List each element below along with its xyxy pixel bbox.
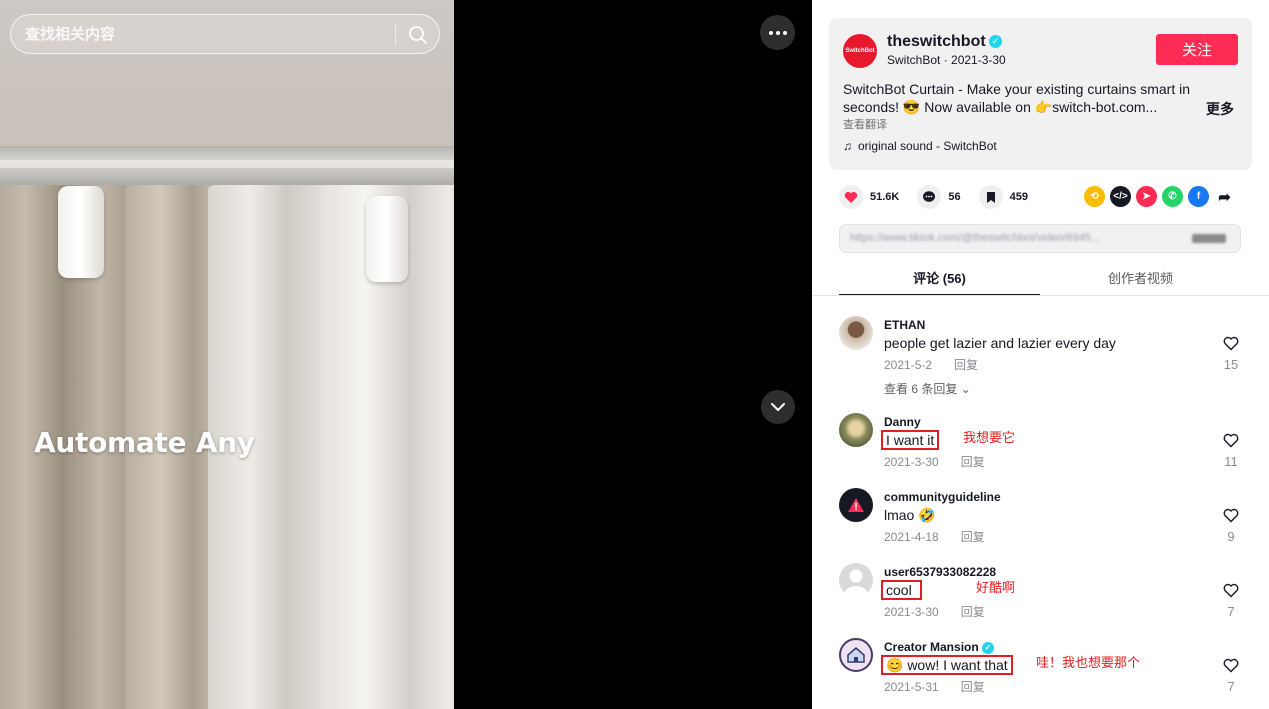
comment-like-button[interactable]: 11: [1221, 433, 1241, 469]
send-icon[interactable]: ➤: [1136, 186, 1157, 207]
more-link[interactable]: 更多: [1206, 99, 1234, 119]
share-arrow-icon[interactable]: ➦: [1214, 186, 1235, 207]
comment-icon: [917, 185, 942, 209]
translate-link[interactable]: 查看翻译: [843, 116, 887, 132]
video-info-card: SwitchBot theswitchbot ✓ SwitchBot · 202…: [829, 18, 1252, 170]
comment-like-button[interactable]: 7: [1221, 658, 1241, 694]
sound-link[interactable]: ♫ original sound - SwitchBot: [843, 139, 997, 153]
comment-like-button[interactable]: 15: [1221, 336, 1241, 372]
search-icon[interactable]: [407, 24, 429, 46]
curtain-robot: [366, 196, 408, 282]
avatar[interactable]: [839, 316, 873, 350]
translation-annotation: 好酷啊: [976, 580, 1016, 595]
comment-count: 56: [948, 191, 961, 203]
comment-date: 2021-3-30: [884, 605, 939, 619]
video-player[interactable]: Automate Any: [0, 0, 454, 709]
comment-like-count: 7: [1227, 604, 1235, 619]
reply-button[interactable]: 回复: [961, 530, 985, 544]
curtain-rail: [0, 146, 454, 190]
search-bar: [10, 14, 440, 54]
dot-icon: [768, 30, 773, 35]
heart-outline-icon: [1223, 336, 1239, 351]
reply-button[interactable]: 回复: [961, 455, 985, 469]
author-avatar[interactable]: SwitchBot: [843, 34, 877, 68]
heart-outline-icon: [1223, 508, 1239, 523]
comment-like-count: 15: [1223, 357, 1239, 372]
author-username[interactable]: theswitchbot: [887, 33, 986, 51]
comment-like-count: 9: [1227, 529, 1235, 544]
warning-icon: [848, 498, 864, 512]
music-note-icon: ♫: [843, 139, 852, 153]
save-count: 459: [1009, 191, 1028, 203]
search-input[interactable]: [25, 15, 385, 53]
curtain-robot: [58, 186, 104, 278]
avatar[interactable]: [839, 638, 873, 672]
default-avatar-icon: [844, 569, 868, 597]
follow-button[interactable]: 关注: [1156, 34, 1238, 65]
house-icon: [847, 647, 865, 663]
comment-date: 2021-3-30: [884, 455, 939, 469]
share-buttons: ⟲ </> ➤ ✆ f ➦: [1084, 186, 1235, 207]
view-replies-link[interactable]: 查看 6 条回复 ⌄: [884, 380, 971, 397]
comment-action[interactable]: 56: [917, 185, 961, 209]
tab-bar: 评论 (56) 创作者视频: [839, 264, 1241, 296]
embed-icon[interactable]: </>: [1110, 186, 1131, 207]
detail-panel: SwitchBot theswitchbot ✓ SwitchBot · 202…: [812, 0, 1269, 709]
comment-like-button[interactable]: 7: [1221, 583, 1241, 619]
avatar[interactable]: [839, 413, 873, 447]
tab-comments[interactable]: 评论 (56): [839, 264, 1040, 296]
avatar[interactable]: [839, 488, 873, 522]
comment-date: 2021-4-18: [884, 530, 939, 544]
action-bar: 51.6K 56 459: [839, 184, 1046, 210]
comment-like-button[interactable]: 9: [1221, 508, 1241, 544]
chevron-down-icon: ⌄: [960, 382, 971, 396]
next-video-button[interactable]: [761, 390, 795, 424]
comment-like-count: 11: [1224, 454, 1238, 469]
avatar[interactable]: [839, 563, 873, 597]
heart-outline-icon: [1223, 658, 1239, 673]
comment-like-count: 7: [1227, 679, 1235, 694]
verified-icon: ✓: [982, 641, 995, 654]
reply-button[interactable]: 回复: [961, 680, 985, 694]
comment-text: cool: [881, 580, 922, 600]
heart-outline-icon: [1223, 433, 1239, 448]
bookmark-icon: [978, 185, 1003, 209]
tab-creator-videos[interactable]: 创作者视频: [1040, 264, 1241, 296]
comment-username[interactable]: Creator Mansion: [884, 640, 979, 654]
translation-annotation: 我想要它: [963, 430, 1016, 445]
repost-icon[interactable]: ⟲: [1084, 186, 1105, 207]
comment-date: 2021-5-2: [884, 358, 933, 372]
video-backdrop: [454, 0, 812, 709]
sound-title: original sound - SwitchBot: [858, 139, 997, 153]
comment-text: 😊 wow! I want that: [881, 655, 1013, 675]
translation-annotation: 哇！我也想要那个: [1036, 655, 1141, 670]
comment-text: people get lazier and lazier every day: [884, 335, 1116, 351]
video-link-field[interactable]: https://www.tiktok.com/@theswitchbot/vid…: [839, 224, 1241, 253]
more-options-button[interactable]: [760, 15, 795, 50]
save-action[interactable]: 459: [978, 185, 1028, 209]
like-count: 51.6K: [870, 191, 900, 203]
verified-icon: ✓: [989, 35, 1002, 48]
reply-button[interactable]: 回复: [961, 605, 985, 619]
comment-username[interactable]: Danny: [884, 415, 921, 429]
like-action[interactable]: 51.6K: [839, 185, 899, 209]
video-caption: Automate Any: [34, 426, 255, 459]
comment-username[interactable]: ETHAN: [884, 318, 925, 332]
video-description: SwitchBot Curtain - Make your existing c…: [843, 81, 1191, 115]
chevron-down-icon: [771, 403, 785, 411]
comment-text: I want it: [881, 430, 940, 450]
whatsapp-icon[interactable]: ✆: [1162, 186, 1183, 207]
copy-link-button[interactable]: [1192, 234, 1226, 243]
comment-username[interactable]: communityguideline: [884, 490, 1001, 504]
comment-date: 2021-5-31: [884, 680, 939, 694]
facebook-icon[interactable]: f: [1188, 186, 1209, 207]
heart-outline-icon: [1223, 583, 1239, 598]
heart-icon: [839, 185, 863, 209]
author-nickname-date: SwitchBot · 2021-3-30: [887, 53, 1006, 67]
video-url: https://www.tiktok.com/@theswitchbot/vid…: [850, 232, 1101, 244]
reply-button[interactable]: 回复: [954, 358, 978, 372]
comment-text: lmao 🤣: [884, 507, 936, 523]
